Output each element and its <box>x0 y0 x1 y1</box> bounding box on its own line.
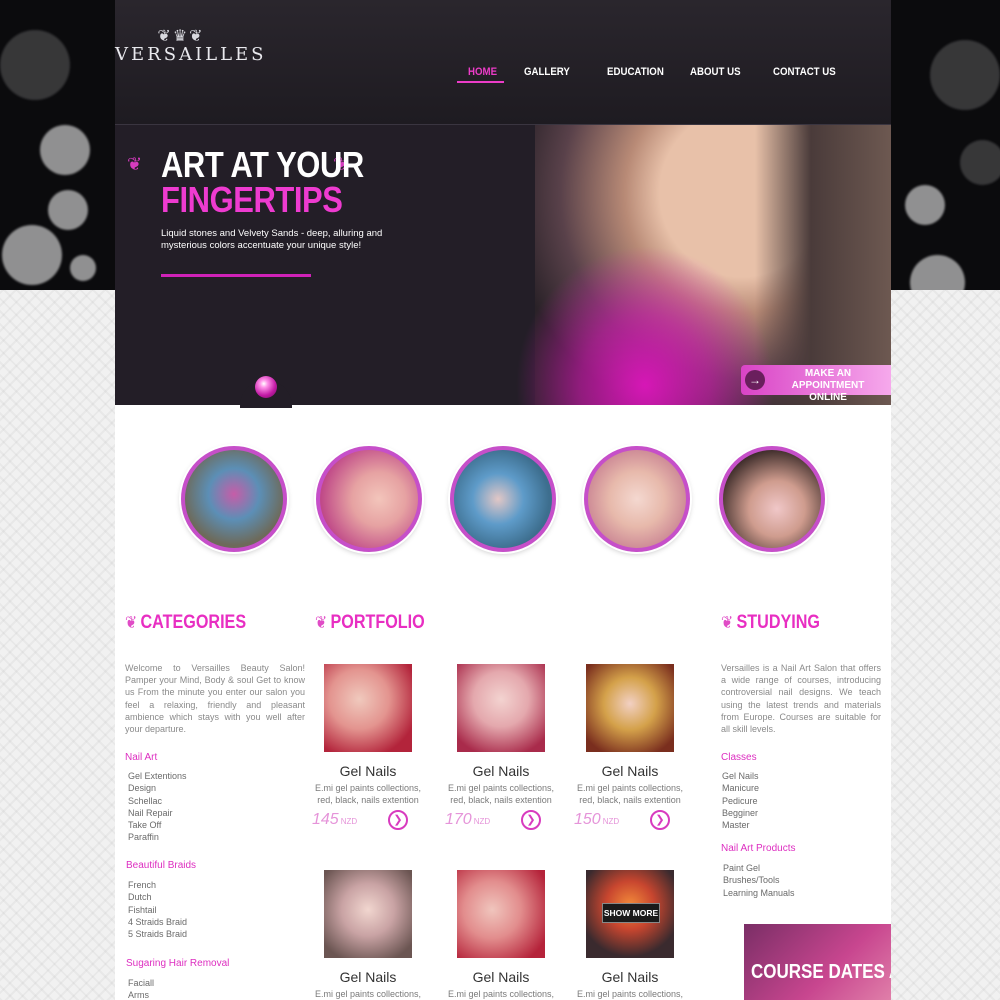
brand-logo[interactable]: ❦♛❦ VERSAILLES <box>115 28 267 66</box>
featured-image-2[interactable] <box>316 446 422 552</box>
list-item[interactable]: Master <box>722 819 759 831</box>
portfolio-item-1[interactable]: Gel Nails E.mi gel paints collections, r… <box>308 664 428 830</box>
ornament-icon: ❦ <box>125 613 138 633</box>
arrow-right-icon: → <box>745 370 765 390</box>
course-dates-banner[interactable]: COURSE DATES AND <box>744 924 891 1000</box>
product-image[interactable] <box>324 870 412 958</box>
classes-subheading: Classes <box>721 752 757 763</box>
make-appointment-button[interactable]: → MAKE AN APPOINTMENT ONLINE <box>741 365 891 403</box>
list-item[interactable]: Design <box>128 782 187 794</box>
ornament-icon: ❦ <box>721 613 734 633</box>
nav-about-us[interactable]: ABOUT US <box>690 66 741 78</box>
studying-heading: ❦ STUDYING <box>721 612 820 633</box>
list-item[interactable]: Gel Nails <box>722 770 759 782</box>
products-subheading: Nail Art Products <box>721 843 796 854</box>
brand-name: VERSAILLES <box>115 44 267 65</box>
list-item[interactable]: Take Off <box>128 819 187 831</box>
nav-education[interactable]: EDUCATION <box>607 66 664 78</box>
featured-image-1[interactable] <box>181 446 287 552</box>
page-container: ❦♛❦ VERSAILLES HOME GALLERY EDUCATION AB… <box>115 0 891 1000</box>
portfolio-item-3[interactable]: Gel Nails E.mi gel paints collections, r… <box>570 664 690 830</box>
show-more-button[interactable]: SHOW MORE <box>602 903 660 923</box>
nav-contact-us[interactable]: CONTACT US <box>773 66 836 78</box>
arrow-right-icon[interactable]: ❯ <box>521 810 541 830</box>
list-item[interactable]: Learning Manuals <box>723 887 795 899</box>
crown-icon: ❦♛❦ <box>157 28 205 45</box>
nail-art-list: Gel Extentions Design Schellac Nail Repa… <box>128 770 187 844</box>
product-image[interactable] <box>324 664 412 752</box>
list-item[interactable]: Gel Extentions <box>128 770 187 782</box>
portfolio-item-6[interactable]: SHOW MORE Gel Nails E.mi gel paints coll… <box>570 870 690 1000</box>
list-item[interactable]: Paraffin <box>128 831 187 843</box>
product-image[interactable] <box>457 870 545 958</box>
sugaring-subheading: Sugaring Hair Removal <box>126 958 230 969</box>
list-item[interactable]: Schellac <box>128 795 187 807</box>
hero-tagline: Liquid stones and Velvety Sands - deep, … <box>161 228 383 251</box>
list-item[interactable]: Manicure <box>722 782 759 794</box>
arrow-right-icon[interactable]: ❯ <box>388 810 408 830</box>
nav-home[interactable]: HOME <box>468 66 497 78</box>
list-item[interactable]: Pedicure <box>722 795 759 807</box>
list-item[interactable]: Dutch <box>128 891 187 903</box>
list-item[interactable]: Arms <box>128 989 154 1000</box>
list-item[interactable]: Fishtail <box>128 904 187 916</box>
list-item[interactable]: 4 Straids Braid <box>128 916 187 928</box>
list-item[interactable]: Begginer <box>722 807 759 819</box>
nav-active-underline <box>457 81 504 83</box>
portfolio-item-5[interactable]: Gel Nails E.mi gel paints collections, <box>441 870 561 1000</box>
featured-image-4[interactable] <box>584 446 690 552</box>
products-list: Paint Gel Brushes/Tools Learning Manuals <box>723 862 795 899</box>
nav-gallery[interactable]: GALLERY <box>524 66 570 78</box>
featured-image-3[interactable] <box>450 446 556 552</box>
site-header: ❦♛❦ VERSAILLES HOME GALLERY EDUCATION AB… <box>115 0 891 125</box>
product-image[interactable] <box>457 664 545 752</box>
portfolio-item-4[interactable]: Gel Nails E.mi gel paints collections, <box>308 870 428 1000</box>
arrow-right-icon[interactable]: ❯ <box>650 810 670 830</box>
featured-image-5[interactable] <box>719 446 825 552</box>
studying-intro: Versailles is a Nail Art Salon that offe… <box>721 663 881 735</box>
price-label: 170 NZD <box>445 811 491 828</box>
list-item[interactable]: 5 Straids Braid <box>128 928 187 940</box>
featured-circles <box>181 446 831 552</box>
portfolio-item-2[interactable]: Gel Nails E.mi gel paints collections, r… <box>441 664 561 830</box>
categories-heading: ❦ CATEGORIES <box>125 612 247 633</box>
price-label: 150 NZD <box>574 811 620 828</box>
braids-subheading: Beautiful Braids <box>126 860 197 871</box>
braids-list: French Dutch Fishtail 4 Straids Braid 5 … <box>128 879 187 940</box>
portfolio-heading: ❦ PORTFOLIO <box>315 612 425 633</box>
gem-icon <box>255 376 277 398</box>
list-item[interactable]: Nail Repair <box>128 807 187 819</box>
price-label: 145 NZD <box>312 811 358 828</box>
list-item[interactable]: Brushes/Tools <box>723 874 795 886</box>
classes-list: Gel Nails Manicure Pedicure Begginer Mas… <box>722 770 759 831</box>
product-image[interactable] <box>586 664 674 752</box>
product-image[interactable]: SHOW MORE <box>586 870 674 958</box>
list-item[interactable]: French <box>128 879 187 891</box>
list-item[interactable]: Faciall <box>128 977 154 989</box>
nail-art-subheading: Nail Art <box>125 752 158 763</box>
hero-banner: ❦ ❦ ART AT YOUR FINGERTIPS Liquid stones… <box>115 125 891 405</box>
hero-divider <box>161 274 311 277</box>
hero-title: ART AT YOUR FINGERTIPS <box>161 144 364 220</box>
ornament-icon: ❦ <box>315 613 328 633</box>
list-item[interactable]: Paint Gel <box>723 862 795 874</box>
sugaring-list: Faciall Arms <box>128 977 154 1000</box>
ornament-left-icon: ❦ <box>127 154 143 174</box>
categories-intro: Welcome to Versailles Beauty Salon! Pamp… <box>125 663 305 735</box>
